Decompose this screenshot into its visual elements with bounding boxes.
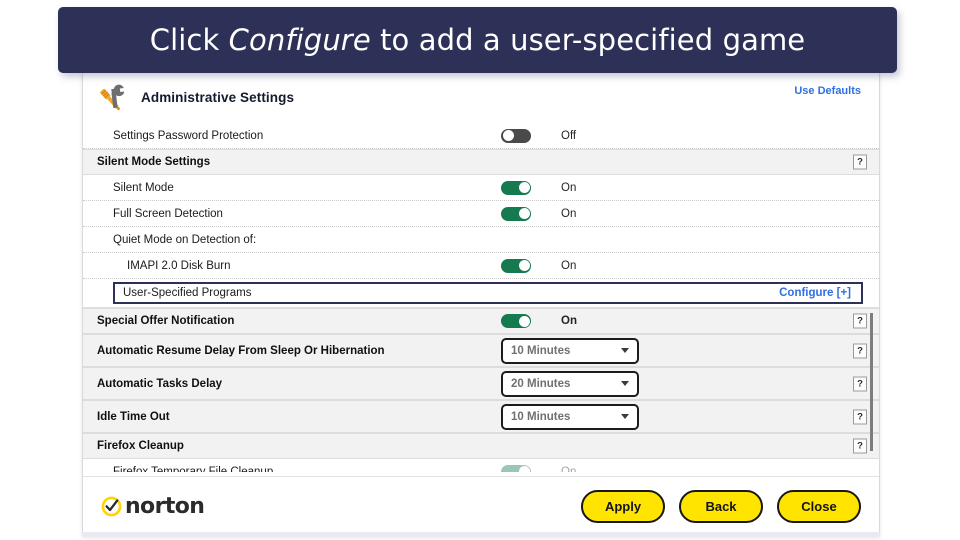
window-bottom-shadow-band	[82, 532, 880, 537]
toggle-control-cell	[501, 309, 531, 333]
setting-label: Firefox Temporary File Cleanup	[113, 465, 274, 473]
toggle-switch[interactable]	[501, 258, 531, 273]
toggle-knob	[502, 130, 514, 141]
norton-wordmark: norton	[125, 494, 205, 519]
back-button[interactable]: Back	[679, 490, 763, 523]
setting-label: Automatic Resume Delay From Sleep Or Hib…	[97, 344, 385, 357]
chevron-down-icon	[621, 414, 629, 419]
help-icon[interactable]: ?	[853, 376, 867, 391]
setting-row: Automatic Resume Delay From Sleep Or Hib…	[83, 334, 879, 367]
duration-dropdown[interactable]: 20 Minutes	[501, 370, 639, 397]
setting-row-highlight-wrapper: User-Specified Programs Configure [+]	[83, 279, 879, 308]
help-icon[interactable]: ?	[853, 343, 867, 358]
setting-row: Quiet Mode on Detection of:	[83, 227, 879, 253]
toggle-control-cell	[501, 459, 531, 472]
dropdown-selected-value: 10 Minutes	[511, 410, 571, 423]
help-icon[interactable]: ?	[853, 438, 867, 454]
close-button[interactable]: Close	[777, 490, 861, 523]
toggle-knob	[518, 466, 530, 472]
use-defaults-link[interactable]: Use Defaults	[794, 85, 861, 97]
setting-row: Firefox Cleanup?	[83, 433, 879, 459]
vertical-scrollbar-thumb[interactable]	[870, 313, 873, 451]
setting-label: Silent Mode Settings	[97, 156, 211, 168]
instruction-banner-text: Click Configure to add a user-specified …	[150, 23, 806, 57]
banner-emphasis: Configure	[228, 23, 371, 57]
toggle-knob	[518, 260, 530, 271]
help-icon[interactable]: ?	[853, 154, 867, 170]
setting-row: Silent Mode On	[83, 175, 879, 201]
setting-label: Automatic Tasks Delay	[97, 377, 223, 390]
toggle-control-cell	[501, 123, 531, 148]
screenshot-root: Click Configure to add a user-specified …	[0, 0, 960, 540]
toggle-state-text: On	[561, 465, 577, 473]
toggle-switch[interactable]	[501, 464, 531, 472]
setting-row: Full Screen Detection On	[83, 201, 879, 227]
chevron-down-icon	[621, 381, 629, 386]
dropdown-selected-value: 20 Minutes	[511, 377, 571, 390]
administrative-settings-window: Administrative Settings Use Defaults Set…	[82, 71, 880, 537]
help-icon[interactable]: ?	[853, 313, 867, 329]
setting-row: IMAPI 2.0 Disk Burn On	[83, 253, 879, 279]
vertical-scrollbar-track[interactable]	[868, 123, 876, 472]
configure-link[interactable]: Configure [+]	[779, 287, 851, 299]
settings-scroll-area: Settings Password Protection Off Silent Mo…	[83, 122, 879, 472]
toggle-switch[interactable]	[501, 206, 531, 221]
setting-label: Special Offer Notification	[97, 315, 235, 327]
setting-label: IMAPI 2.0 Disk Burn	[127, 259, 231, 272]
settings-row-list: Settings Password Protection Off Silent Mo…	[83, 123, 879, 472]
footer-button-group: Apply Back Close	[581, 490, 861, 523]
window-footer: norton Apply Back Close	[83, 476, 879, 536]
setting-row: Silent Mode Settings?	[83, 149, 879, 175]
banner-suffix: to add a user-specified game	[370, 23, 806, 57]
toggle-control-cell	[501, 201, 531, 226]
toggle-state-text: Off	[561, 129, 577, 142]
toggle-state-text: On	[561, 207, 577, 220]
toggle-knob	[518, 182, 530, 193]
setting-row-user-specified-programs[interactable]: User-Specified Programs Configure [+]	[113, 282, 863, 304]
toggle-state-text: On	[561, 259, 577, 272]
setting-label: Full Screen Detection	[113, 207, 223, 220]
chevron-down-icon	[621, 348, 629, 353]
duration-dropdown[interactable]: 10 Minutes	[501, 403, 639, 430]
duration-dropdown[interactable]: 10 Minutes	[501, 337, 639, 364]
banner-prefix: Click	[149, 23, 229, 57]
page-title: Administrative Settings	[141, 89, 295, 105]
toggle-control-cell	[501, 253, 531, 278]
toggle-control-cell	[501, 175, 531, 200]
toggle-knob	[518, 315, 530, 327]
setting-row: Settings Password Protection Off	[83, 123, 879, 149]
setting-label: Idle Time Out	[97, 410, 170, 423]
instruction-banner: Click Configure to add a user-specified …	[58, 7, 897, 73]
norton-logo: norton	[101, 494, 205, 519]
setting-label: Firefox Cleanup	[97, 440, 184, 452]
apply-button[interactable]: Apply	[581, 490, 665, 523]
toggle-switch[interactable]	[501, 180, 531, 195]
setting-row: Firefox Temporary File Cleanup On	[83, 459, 879, 472]
toggle-switch[interactable]	[501, 314, 531, 328]
setting-label: User-Specified Programs	[123, 287, 252, 299]
check-circle-icon	[101, 496, 122, 517]
dropdown-selected-value: 10 Minutes	[511, 344, 571, 357]
window-header: Administrative Settings Use Defaults	[83, 72, 879, 122]
setting-label: Settings Password Protection	[113, 129, 264, 142]
help-icon[interactable]: ?	[853, 409, 867, 424]
toggle-knob	[518, 208, 530, 219]
toggle-switch[interactable]	[501, 128, 531, 143]
toggle-state-text: On	[561, 181, 577, 194]
wrench-screwdriver-icon	[97, 81, 131, 113]
setting-label: Silent Mode	[113, 181, 174, 194]
setting-row: Idle Time Out 10 Minutes?	[83, 400, 879, 433]
toggle-state-text: On	[561, 315, 577, 327]
setting-label: Quiet Mode on Detection of:	[113, 233, 257, 246]
setting-row: Special Offer Notification On?	[83, 308, 879, 334]
setting-row: Automatic Tasks Delay 20 Minutes?	[83, 367, 879, 400]
